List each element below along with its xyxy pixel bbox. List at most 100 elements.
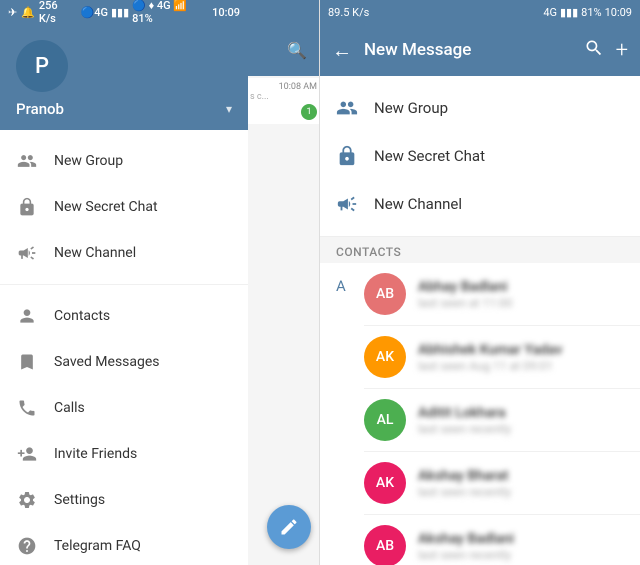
left-status-bar: ✈ 🔔 256 K/s 🔵 4G ▮▮▮ 🔵 ♦ 4G 📶 81% 10:09 <box>0 0 248 24</box>
new-group-icon <box>16 150 38 172</box>
right-status-bar: 89.5 K/s 4G ▮▮▮ 81% 10:09 <box>320 0 640 24</box>
middle-status-bar <box>248 0 319 24</box>
contact-sub-3: last seen recently <box>418 485 624 499</box>
signal-text: 4G <box>94 6 108 19</box>
drawer-menu: New Group New Secret Chat <box>0 130 248 565</box>
user-name: Pranob <box>16 100 64 118</box>
add-button[interactable]: + <box>616 38 628 63</box>
contact-avatar-3: AK <box>364 462 406 504</box>
contact-item-4[interactable]: AB Akshay Badlani last seen recently <box>364 515 640 565</box>
megaphone-icon <box>16 242 38 264</box>
contact-item-1[interactable]: AK Abhishek Kumar Yadav last seen Aug 11… <box>364 326 640 389</box>
chat-list-partial: 10:08 AM s c... 1 <box>248 76 319 565</box>
right-lock-icon <box>336 145 358 167</box>
contacts-list: A AB Abhay Badlani last seen at 11:00 AK… <box>320 263 640 565</box>
search-icon-middle[interactable]: 🔍 <box>287 41 307 60</box>
saved-messages-label: Saved Messages <box>54 354 160 370</box>
contact-sub-4: last seen recently <box>418 548 624 562</box>
contacts-header: CONTACTS <box>320 237 640 263</box>
contact-section-a: A AB Abhay Badlani last seen at 11:00 AK… <box>320 263 640 565</box>
menu-item-telegram-faq[interactable]: Telegram FAQ <box>0 523 248 565</box>
status-right-icons: 4G ▮▮▮ 🔵 ♦ 4G 📶 81% 10:09 <box>94 0 240 25</box>
invite-friends-icon <box>16 443 38 465</box>
contact-avatar-0: AB <box>364 273 406 315</box>
contact-item-2[interactable]: AL Aditit Lokhara last seen recently <box>364 389 640 452</box>
right-menu-new-group[interactable]: New Group <box>320 84 640 132</box>
contact-name-4: Akshay Badlani <box>418 531 624 547</box>
contact-info-2: Aditit Lokhara last seen recently <box>418 405 624 436</box>
menu-item-new-group[interactable]: New Group <box>0 138 248 184</box>
right-new-secret-chat-label: New Secret Chat <box>374 147 485 165</box>
section-letter-a: A <box>320 263 364 309</box>
drawer-header: P Pranob ▾ <box>0 24 248 130</box>
menu-item-new-secret-chat[interactable]: New Secret Chat <box>0 184 248 230</box>
contact-sub-1: last seen Aug 11 at 09:01 <box>418 359 624 373</box>
contact-sub-2: last seen recently <box>418 422 624 436</box>
new-secret-chat-label: New Secret Chat <box>54 199 158 215</box>
right-battery: 81% <box>581 6 601 19</box>
left-drawer: ✈ 🔔 256 K/s 🔵 4G ▮▮▮ 🔵 ♦ 4G 📶 81% 10:09 … <box>0 0 248 565</box>
right-signal-bars: ▮▮▮ <box>560 6 578 19</box>
right-clock: 10:09 <box>605 6 632 19</box>
middle-toolbar: 🔍 <box>248 24 319 76</box>
contact-avatar-4: AB <box>364 525 406 565</box>
contacts-label: Contacts <box>54 308 110 324</box>
contacts-icon <box>16 305 38 327</box>
right-speed: 89.5 K/s <box>328 6 369 19</box>
toolbar-title: New Message <box>364 40 572 60</box>
invite-friends-label: Invite Friends <box>54 446 137 462</box>
contact-name-2: Aditit Lokhara <box>418 405 624 421</box>
speed-indicator: 256 K/s <box>39 0 77 25</box>
right-new-group-label: New Group <box>374 99 448 117</box>
clock-left: 10:09 <box>212 6 240 19</box>
chat-item-partial: 10:08 AM s c... 1 <box>248 78 319 124</box>
lock-icon <box>16 196 38 218</box>
menu-item-invite-friends[interactable]: Invite Friends <box>0 431 248 477</box>
chat-time: 10:08 AM <box>250 82 317 92</box>
right-status-icons: 4G ▮▮▮ 81% 10:09 <box>543 6 632 19</box>
unread-badge: 1 <box>301 104 317 120</box>
right-menu-new-secret-chat[interactable]: New Secret Chat <box>320 132 640 180</box>
menu-item-saved-messages[interactable]: Saved Messages <box>0 339 248 385</box>
menu-section-create: New Group New Secret Chat <box>0 130 248 285</box>
settings-label: Settings <box>54 492 105 508</box>
right-panel: 89.5 K/s 4G ▮▮▮ 81% 10:09 ← New Message … <box>320 0 640 565</box>
right-menu: New Group New Secret Chat New Channel <box>320 76 640 237</box>
chevron-down-icon[interactable]: ▾ <box>226 102 232 116</box>
new-group-label: New Group <box>54 153 123 169</box>
contact-avatar-1: AK <box>364 336 406 378</box>
menu-item-contacts[interactable]: Contacts <box>0 293 248 339</box>
menu-item-new-channel[interactable]: New Channel <box>0 230 248 276</box>
contact-info-3: Akshay Bharat last seen recently <box>418 468 624 499</box>
back-button[interactable]: ← <box>332 38 352 63</box>
telegram-faq-label: Telegram FAQ <box>54 538 141 554</box>
bluetooth-icon: 🔵 <box>81 6 95 19</box>
right-megaphone-icon <box>336 193 358 215</box>
right-toolbar: ← New Message + <box>320 24 640 76</box>
faq-icon <box>16 535 38 557</box>
contacts-in-section-a: AB Abhay Badlani last seen at 11:00 AK A… <box>364 263 640 565</box>
calls-icon <box>16 397 38 419</box>
contact-item-3[interactable]: AK Akshay Bharat last seen recently <box>364 452 640 515</box>
right-new-group-icon <box>336 97 358 119</box>
status-left-icons: ✈ 🔔 256 K/s 🔵 <box>8 0 94 25</box>
settings-icon <box>16 489 38 511</box>
search-icon-right[interactable] <box>584 38 604 63</box>
contact-name-0: Abhay Badlani <box>418 279 624 295</box>
contact-item-0[interactable]: AB Abhay Badlani last seen at 11:00 <box>364 263 640 326</box>
new-channel-label: New Channel <box>54 245 136 261</box>
right-menu-new-channel[interactable]: New Channel <box>320 180 640 228</box>
menu-item-calls[interactable]: Calls <box>0 385 248 431</box>
signal-bars: ▮▮▮ <box>111 6 129 19</box>
contact-sub-0: last seen at 11:00 <box>418 296 624 310</box>
contact-info-0: Abhay Badlani last seen at 11:00 <box>418 279 624 310</box>
user-avatar: P <box>16 40 68 92</box>
contact-info-1: Abhishek Kumar Yadav last seen Aug 11 at… <box>418 342 624 373</box>
compose-fab[interactable] <box>267 505 311 549</box>
calls-label: Calls <box>54 400 85 416</box>
menu-item-settings[interactable]: Settings <box>0 477 248 523</box>
contact-avatar-2: AL <box>364 399 406 441</box>
menu-section-main: Contacts Saved Messages <box>0 285 248 565</box>
bookmark-icon <box>16 351 38 373</box>
app-icon: ✈ <box>8 6 17 19</box>
